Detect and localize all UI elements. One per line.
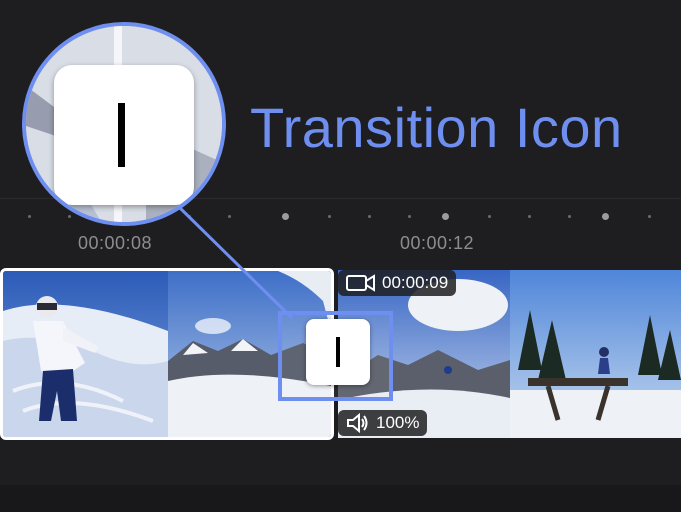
magnifier-callout bbox=[22, 22, 226, 226]
magnified-transition-bar bbox=[118, 103, 125, 167]
magnified-transition-icon bbox=[54, 65, 194, 205]
timeline-footer bbox=[0, 485, 681, 512]
